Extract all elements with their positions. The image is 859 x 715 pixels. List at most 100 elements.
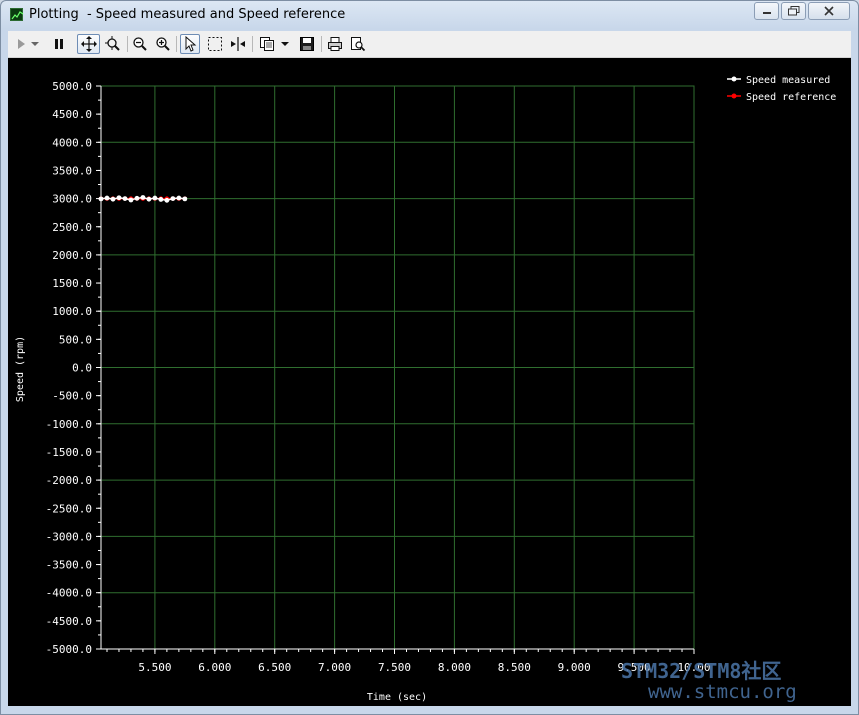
select-pointer-icon [185,36,197,52]
play-icon [18,39,25,49]
x-tick-label: 8.000 [438,661,471,674]
y-tick-label: 1000.0 [52,305,92,318]
y-tick-label: -4000.0 [46,587,92,600]
y-tick-label: -1000.0 [46,418,92,431]
y-ticks: 5000.0 4500.0 4000.0 3500.0 3000.0 2500.0 2000… [46,80,101,656]
print-button[interactable] [325,34,345,54]
zoom-out-button[interactable] [130,34,150,54]
y-tick-label: -1500.0 [46,446,92,459]
x-tick-label: 6.500 [258,661,291,674]
minimize-icon [762,12,771,14]
y-tick-label: 1500.0 [52,277,92,290]
print-preview-button[interactable] [348,34,368,54]
data-point-speed-measured [98,196,104,202]
data-point-speed-measured [164,197,170,203]
toolbar-separator [252,36,253,52]
y-tick-label: -4500.0 [46,615,92,628]
speed-chart[interactable]: 5000.0 4500.0 4000.0 3500.0 3000.0 2500.0 2000… [8,58,851,706]
data-point-speed-measured [104,195,110,201]
y-tick-label: -3500.0 [46,559,92,572]
data-point-speed-measured [176,195,182,201]
watermark: STM32/STM8社区 www.stmcu.org [621,659,797,703]
minimize-button[interactable] [754,2,779,20]
app-icon [10,8,24,21]
play-button[interactable] [11,34,31,54]
plotting-window: Plotting - Speed measured and Speed refe… [0,0,859,715]
cursor-button[interactable] [228,34,248,54]
pan-icon [80,36,97,52]
x-tick-label: 5.500 [138,661,171,674]
close-icon [824,6,834,16]
y-tick-label: -2500.0 [46,502,92,515]
zoom-auto-button[interactable] [103,34,123,54]
data-point-speed-measured [116,195,122,201]
cursor-icon [231,37,245,51]
window-controls [754,2,850,20]
x-tick-label: 7.000 [318,661,351,674]
y-tick-label: 5000.0 [52,80,92,93]
series [98,195,188,203]
y-axis-label: Speed (rpm) [15,336,26,402]
data-point-speed-measured [152,195,158,201]
pan-button[interactable] [77,34,100,54]
y-tick-label: 2500.0 [52,221,92,234]
y-tick-label: -2000.0 [46,474,92,487]
restore-icon [787,6,799,16]
dropdown-arrow-icon [281,42,289,46]
y-tick-label: 3000.0 [52,193,92,206]
data-point-speed-measured [128,197,134,203]
copy-icon [260,37,274,51]
legend-marker [731,76,737,82]
data-point-speed-measured [158,197,164,202]
save-icon [300,37,314,51]
y-tick-label: 4500.0 [52,108,92,121]
y-tick-label: 2000.0 [52,249,92,262]
data-point-speed-measured [170,196,176,202]
select-rectangle-button[interactable] [205,34,225,54]
select-rectangle-icon [208,37,222,51]
zoom-out-icon [133,37,147,51]
data-point-speed-measured [134,195,140,201]
data-point-speed-measured [182,196,188,202]
copy-button[interactable] [257,34,277,54]
legend-marker [731,93,737,99]
grid [100,85,695,650]
y-tick-label: 500.0 [59,333,92,346]
x-axis-label: Time (sec) [367,692,427,703]
window-title: Plotting - Speed measured and Speed refe… [29,7,346,22]
y-tick-label: 3500.0 [52,164,92,177]
dropdown-arrow-icon [31,42,39,46]
maximize-button[interactable] [781,2,806,20]
copy-dropdown-button[interactable] [279,34,291,54]
legend-label: Speed measured [746,75,830,86]
save-button[interactable] [297,34,317,54]
x-tick-label: 9.000 [558,661,591,674]
zoom-auto-icon [105,36,120,51]
y-tick-label: 0.0 [72,362,92,375]
watermark-title: STM32/STM8社区 [621,659,781,683]
play-dropdown-button[interactable] [29,34,41,54]
print-icon [328,37,342,51]
y-tick-label: -3000.0 [46,530,92,543]
zoom-in-icon [156,37,170,51]
y-tick-label: -5000.0 [46,643,92,656]
legend-label: Speed reference [746,92,836,103]
watermark-url: www.stmcu.org [648,681,797,703]
plot-area[interactable]: 5000.0 4500.0 4000.0 3500.0 3000.0 2500.0 2000… [8,58,851,706]
toolbar [8,31,851,58]
legend[interactable]: Speed measured Speed reference [727,75,836,103]
print-preview-icon [351,37,366,52]
y-tick-label: 4000.0 [52,136,92,149]
data-point-speed-measured [122,196,128,202]
toolbar-separator [127,36,128,52]
x-tick-label: 6.000 [198,661,231,674]
pause-button[interactable] [49,34,69,54]
zoom-in-button[interactable] [153,34,173,54]
select-pointer-button[interactable] [180,34,200,54]
x-tick-label: 7.500 [378,661,411,674]
title-bar[interactable]: Plotting - Speed measured and Speed refe… [1,1,858,29]
close-button[interactable] [808,2,850,20]
pause-icon [55,39,63,49]
y-tick-label: -500.0 [52,390,92,403]
toolbar-separator [321,36,322,52]
